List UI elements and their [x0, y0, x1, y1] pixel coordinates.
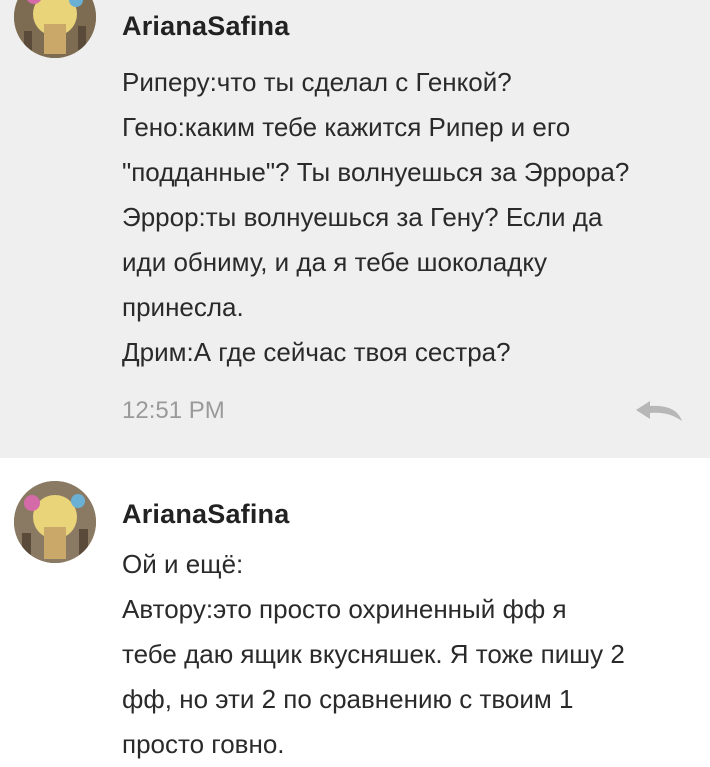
comment-text: Ой и ещё: Автору:это просто охриненный ф… — [122, 542, 692, 767]
comment-line: принесла. — [122, 292, 244, 322]
comment-line: Эррор:ты волнуешься за Гену? Если да — [122, 202, 603, 232]
comment-line: Автору:это просто охриненный фф я — [122, 594, 567, 624]
reply-button[interactable] — [630, 395, 686, 425]
comment-author[interactable]: ArianaSafina — [122, 498, 692, 530]
avatar[interactable] — [14, 0, 96, 58]
comment-item: ArianaSafina Ой и ещё: Автору:это просто… — [0, 458, 710, 764]
comment-line: Риперу:что ты сделал с Генкой? — [122, 67, 512, 97]
comment-line: просто говно. — [122, 729, 285, 759]
comment-content: ArianaSafina Риперу:что ты сделал с Генк… — [122, 10, 692, 429]
comment-line: "подданные"? Ты волнуешься за Эррора? — [122, 157, 630, 187]
comment-item: ArianaSafina Риперу:что ты сделал с Генк… — [0, 0, 710, 458]
comment-content: ArianaSafina Ой и ещё: Автору:это просто… — [122, 498, 692, 767]
comment-text: Риперу:что ты сделал с Генкой? Гено:каки… — [122, 60, 692, 375]
reply-arrow-icon — [636, 401, 682, 421]
comment-line: фф, но эти 2 по сравнению с твоим 1 — [122, 684, 574, 714]
comment-line: Гено:каким тебе кажится Рипер и его — [122, 112, 571, 142]
comment-line: тебе даю ящик вкусняшек. Я тоже пишу 2 — [122, 639, 625, 669]
comment-author[interactable]: ArianaSafina — [122, 10, 692, 42]
comment-line: Дрим:А где сейчас твоя сестра? — [122, 337, 511, 367]
comment-line: иди обниму, и да я тебе шоколадку — [122, 247, 548, 277]
comment-line: Ой и ещё: — [122, 549, 244, 579]
comment-meta: 12:51 PM — [122, 393, 692, 429]
comment-timestamp: 12:51 PM — [122, 397, 225, 424]
avatar[interactable] — [14, 481, 96, 563]
